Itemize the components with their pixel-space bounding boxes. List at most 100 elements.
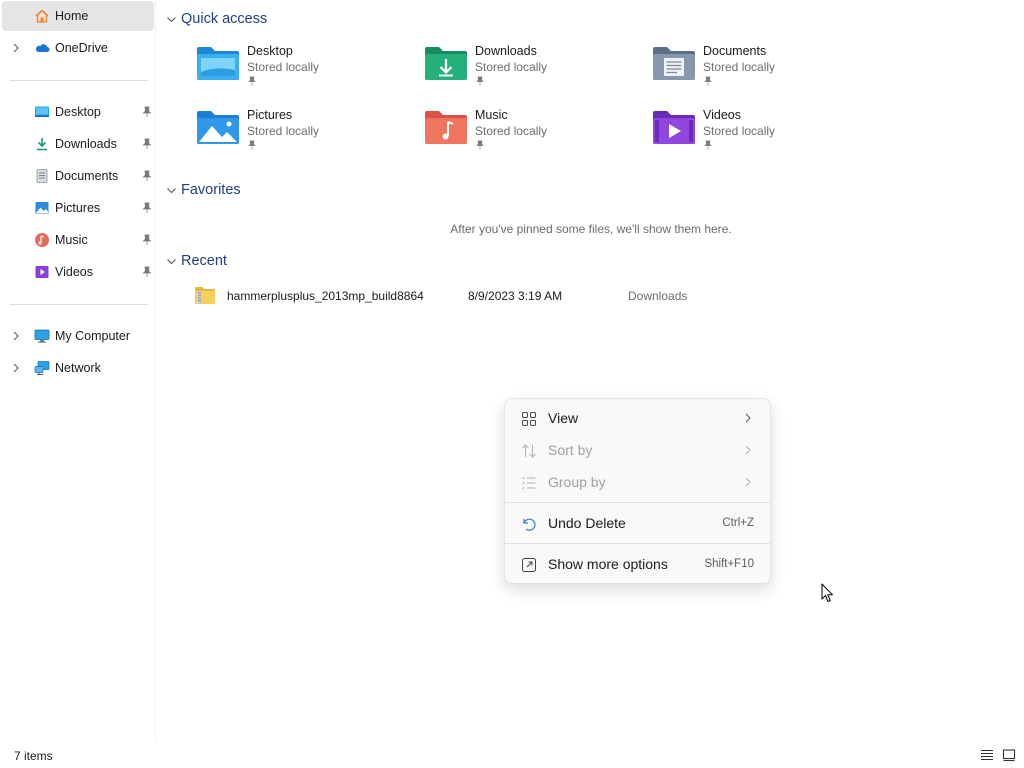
favorites-empty-message: After you've pinned some files, we'll sh… bbox=[450, 222, 732, 236]
tiles-view-icon[interactable] bbox=[1002, 748, 1016, 762]
folder-name: Videos bbox=[703, 108, 741, 122]
nav-item-label: Network bbox=[55, 361, 101, 375]
pin-icon[interactable] bbox=[141, 170, 153, 182]
keyboard-shortcut: Ctrl+Z bbox=[722, 517, 754, 529]
chevron-right-icon bbox=[745, 413, 751, 423]
pin-icon[interactable] bbox=[141, 138, 153, 150]
nav-item-my-computer[interactable]: My Computer bbox=[2, 321, 154, 351]
pin-icon[interactable] bbox=[141, 266, 153, 278]
home-icon bbox=[35, 9, 49, 23]
pictures-icon bbox=[35, 202, 49, 214]
nav-item-onedrive[interactable]: OneDrive bbox=[2, 33, 154, 63]
documents-folder-icon bbox=[653, 47, 695, 80]
downloads-icon bbox=[37, 138, 47, 151]
folder-status: Stored locally bbox=[475, 60, 548, 74]
monitor-icon bbox=[34, 329, 50, 343]
context-menu-label: Show more options bbox=[548, 556, 668, 572]
folder-name: Desktop bbox=[247, 44, 293, 58]
chevron-right-icon bbox=[745, 445, 751, 455]
group-icon bbox=[522, 477, 536, 489]
recent-file-location: Downloads bbox=[628, 289, 688, 303]
content-pane: Quick access Desktop Stored locally Down… bbox=[158, 0, 1024, 740]
folder-name: Pictures bbox=[247, 108, 293, 122]
folder-name: Documents bbox=[703, 44, 767, 58]
quick-access-item-videos[interactable]: Videos Stored locally bbox=[652, 108, 862, 164]
nav-item-label: Music bbox=[55, 233, 88, 247]
quick-access-item-desktop[interactable]: Desktop Stored locally bbox=[196, 44, 406, 100]
nav-item-label: Downloads bbox=[55, 137, 117, 151]
quick-access-item-documents[interactable]: Documents Stored locally bbox=[652, 44, 862, 100]
chevron-right-icon[interactable] bbox=[10, 42, 22, 54]
context-menu-sort-by: Sort by bbox=[509, 434, 766, 466]
quick-access-item-pictures[interactable]: Pictures Stored locally bbox=[196, 108, 406, 164]
navigation-pane: Home OneDrive Desktop Downloads Document… bbox=[0, 0, 156, 740]
section-title: Quick access bbox=[181, 11, 268, 27]
section-title: Favorites bbox=[181, 182, 241, 198]
view-grid-icon bbox=[522, 412, 536, 426]
network-icon bbox=[34, 361, 50, 375]
folder-status: Stored locally bbox=[247, 124, 320, 138]
nav-divider bbox=[10, 80, 148, 81]
folder-name: Music bbox=[475, 108, 508, 122]
recent-file-row[interactable]: hammerplusplus_2013mp_build8864 8/9/2023… bbox=[194, 284, 794, 306]
context-menu-divider bbox=[505, 502, 770, 503]
nav-divider bbox=[10, 304, 148, 305]
chevron-down-icon[interactable] bbox=[166, 185, 177, 196]
folder-status: Stored locally bbox=[247, 60, 320, 74]
pin-icon[interactable] bbox=[141, 106, 153, 118]
sort-icon bbox=[522, 444, 536, 458]
keyboard-shortcut: Shift+F10 bbox=[704, 558, 754, 570]
folder-status: Stored locally bbox=[703, 124, 776, 138]
context-menu-undo-delete[interactable]: Undo Delete Ctrl+Z bbox=[509, 507, 766, 539]
onedrive-icon bbox=[36, 44, 50, 52]
nav-item-home[interactable]: Home bbox=[2, 1, 154, 31]
nav-item-downloads[interactable]: Downloads bbox=[2, 129, 154, 159]
quick-access-item-downloads[interactable]: Downloads Stored locally bbox=[424, 44, 634, 100]
folder-name: Downloads bbox=[475, 44, 537, 58]
pin-icon[interactable] bbox=[141, 234, 153, 246]
folder-status: Stored locally bbox=[475, 124, 548, 138]
videos-icon bbox=[35, 266, 49, 278]
context-menu-show-more-options[interactable]: Show more options Shift+F10 bbox=[509, 548, 766, 580]
chevron-right-icon[interactable] bbox=[10, 330, 22, 342]
pin-icon[interactable] bbox=[141, 202, 153, 214]
details-view-icon[interactable] bbox=[980, 748, 994, 762]
pin-icon bbox=[704, 76, 712, 86]
context-menu-label: Group by bbox=[548, 474, 606, 490]
nav-item-music[interactable]: Music bbox=[2, 225, 154, 255]
nav-item-label: Documents bbox=[55, 169, 119, 183]
pin-icon bbox=[248, 140, 256, 150]
nav-item-label: Desktop bbox=[55, 105, 101, 119]
context-menu-group-by: Group by bbox=[509, 466, 766, 498]
nav-item-label: Home bbox=[55, 9, 89, 23]
item-count: 7 items bbox=[14, 749, 53, 763]
chevron-down-icon[interactable] bbox=[166, 256, 177, 267]
quick-access-header[interactable]: Quick access bbox=[166, 8, 267, 30]
desktop-folder-icon bbox=[197, 47, 239, 80]
mouse-cursor-icon bbox=[821, 583, 833, 602]
videos-folder-icon bbox=[653, 111, 695, 144]
quick-access-item-music[interactable]: Music Stored locally bbox=[424, 108, 634, 164]
recent-file-name: hammerplusplus_2013mp_build8864 bbox=[227, 289, 424, 303]
nav-item-label: Pictures bbox=[55, 201, 101, 215]
nav-item-documents[interactable]: Documents bbox=[2, 161, 154, 191]
recent-header[interactable]: Recent bbox=[166, 250, 227, 272]
nav-item-videos[interactable]: Videos bbox=[2, 257, 154, 287]
chevron-right-icon[interactable] bbox=[10, 362, 22, 374]
nav-item-pictures[interactable]: Pictures bbox=[2, 193, 154, 223]
pin-icon bbox=[248, 76, 256, 86]
favorites-header[interactable]: Favorites bbox=[166, 179, 241, 201]
section-title: Recent bbox=[181, 253, 227, 269]
pin-icon bbox=[704, 140, 712, 150]
chevron-down-icon[interactable] bbox=[166, 14, 177, 25]
nav-item-desktop[interactable]: Desktop bbox=[2, 97, 154, 127]
music-icon bbox=[35, 233, 49, 247]
nav-item-network[interactable]: Network bbox=[2, 353, 154, 383]
context-menu-view[interactable]: View bbox=[509, 402, 766, 434]
context-menu-label: Sort by bbox=[548, 442, 593, 458]
pictures-folder-icon bbox=[197, 111, 239, 144]
context-menu: View Sort by Group by Undo Delete Ctrl+Z… bbox=[504, 398, 771, 584]
status-bar: 7 items bbox=[0, 740, 1024, 768]
recent-file-date: 8/9/2023 3:19 AM bbox=[468, 289, 563, 303]
nav-item-label: OneDrive bbox=[55, 41, 108, 55]
